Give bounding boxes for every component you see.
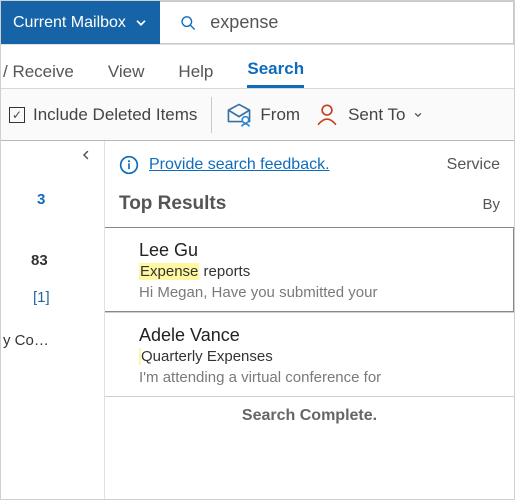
tab-help[interactable]: Help <box>178 62 213 88</box>
nav-count-c[interactable]: [1] <box>1 279 104 316</box>
checkbox-icon: ✓ <box>9 107 25 123</box>
from-button[interactable]: From <box>226 102 300 128</box>
section-title: Top Results <box>119 193 226 215</box>
nav-count-a[interactable]: 3 <box>1 181 104 218</box>
sent-to-button[interactable]: Sent To <box>314 102 423 128</box>
highlight: Expense <box>139 263 199 280</box>
ribbon-controls: ✓ Include Deleted Items From Sent To <box>1 89 514 141</box>
result-from: Lee Gu <box>139 240 499 261</box>
tab-view[interactable]: View <box>108 62 145 88</box>
chevron-left-icon[interactable] <box>80 149 92 161</box>
from-label: From <box>260 105 300 125</box>
search-scope-dropdown[interactable]: Current Mailbox <box>1 1 160 44</box>
include-deleted-label: Include Deleted Items <box>33 105 197 125</box>
feedback-link[interactable]: Provide search feedback. <box>149 156 330 174</box>
include-deleted-toggle[interactable]: ✓ Include Deleted Items <box>9 105 197 125</box>
result-preview: Hi Megan, Have you submitted your <box>139 284 499 301</box>
search-icon <box>180 14 196 32</box>
search-scope-label: Current Mailbox <box>13 14 126 32</box>
folder-nav: 3 83 [1] y Co… <box>1 141 105 499</box>
info-icon <box>119 155 139 175</box>
person-icon <box>314 102 340 128</box>
section-sort-clip[interactable]: By <box>482 196 500 213</box>
ribbon-tabs: / Receive View Help Search <box>1 45 514 89</box>
envelope-person-icon <box>226 102 252 128</box>
search-status: Search Complete. <box>105 396 514 435</box>
result-item[interactable]: Lee Gu Expense reports Hi Megan, Have yo… <box>105 227 514 312</box>
result-preview: I'm attending a virtual conference for <box>139 369 500 386</box>
search-results: Provide search feedback. Service Top Res… <box>105 141 514 499</box>
tab-send-receive[interactable]: / Receive <box>3 62 74 88</box>
feedback-right-clip: Service <box>447 156 500 174</box>
nav-count-b[interactable]: 83 <box>1 242 104 279</box>
result-subject: Quarterly Expenses <box>139 348 500 365</box>
result-from: Adele Vance <box>139 325 500 346</box>
chevron-down-icon <box>413 110 423 120</box>
tab-search[interactable]: Search <box>247 59 304 88</box>
chevron-down-icon <box>134 16 148 30</box>
sent-to-label: Sent To <box>348 105 405 125</box>
search-box[interactable] <box>160 1 514 44</box>
search-input[interactable] <box>210 12 513 33</box>
result-item[interactable]: Adele Vance Quarterly Expenses I'm atten… <box>105 312 514 396</box>
result-subject: Expense reports <box>139 263 499 280</box>
nav-folder-truncated[interactable]: y Co… <box>1 322 104 359</box>
divider <box>211 97 212 133</box>
